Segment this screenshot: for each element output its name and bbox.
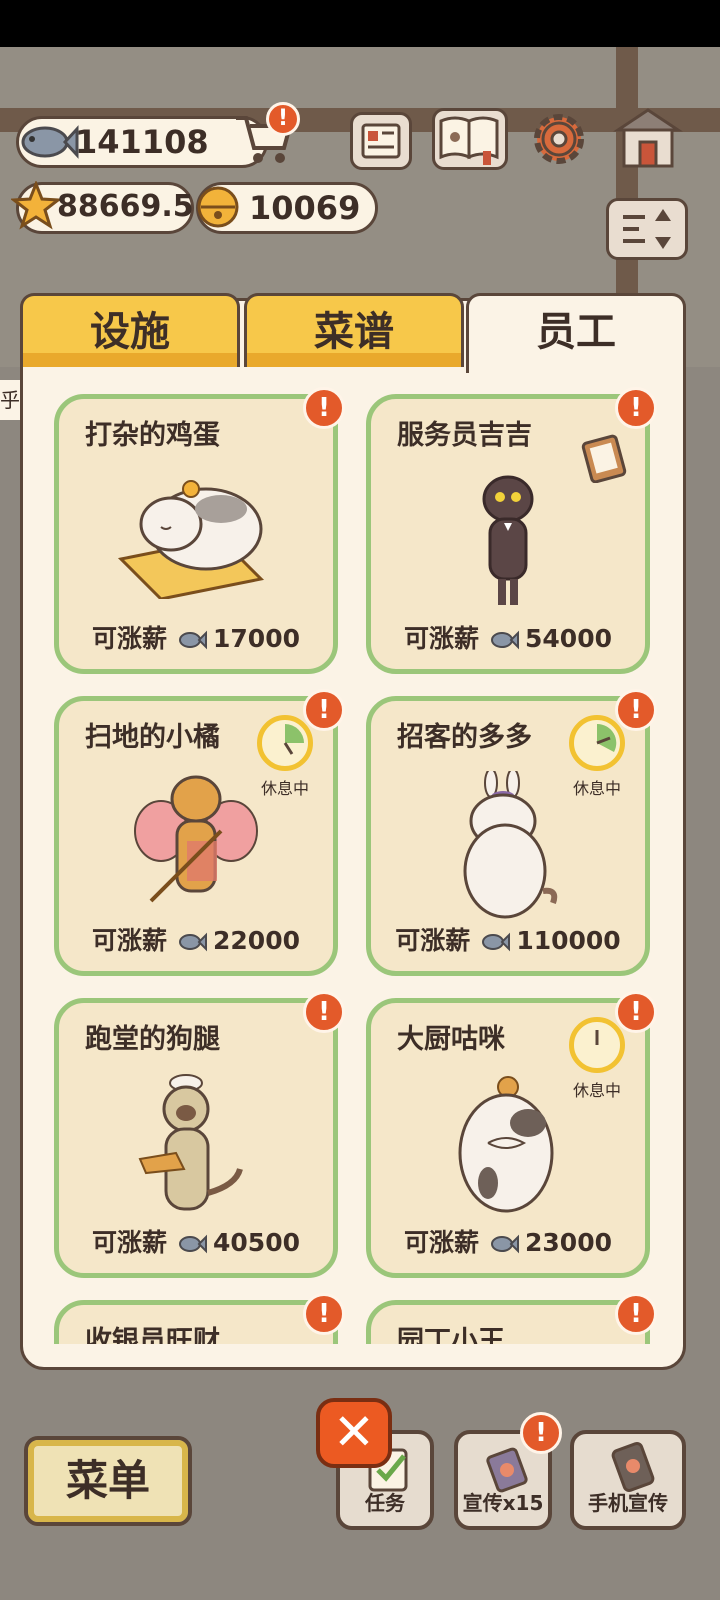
fish-icon bbox=[179, 1234, 208, 1254]
cart-alert-badge: ! bbox=[266, 102, 300, 136]
staff-card[interactable]: 园丁小王 ! bbox=[366, 1293, 657, 1344]
salary-row: 可涨薪 54000 bbox=[371, 619, 645, 655]
recipe-book-button[interactable] bbox=[432, 108, 508, 170]
fish-icon bbox=[21, 125, 79, 159]
timer-clock-icon bbox=[257, 715, 313, 771]
salary-value: 22000 bbox=[213, 926, 300, 955]
upgrade-alert-badge: ! bbox=[303, 991, 345, 1033]
status-bar bbox=[0, 0, 720, 47]
salary-value: 40500 bbox=[213, 1228, 300, 1257]
fish-icon bbox=[179, 630, 208, 650]
salary-row: 可涨薪 110000 bbox=[371, 921, 645, 957]
side-sign: 乎 bbox=[0, 380, 20, 420]
promotion-label: 宣传x15 bbox=[462, 1491, 544, 1515]
shop-cart-button[interactable]: ! bbox=[232, 102, 300, 168]
timer-clock-icon bbox=[569, 715, 625, 771]
staff-card[interactable]: 扫地的小橘 ! 休息中 可涨薪 22000 bbox=[54, 689, 345, 976]
newspaper-icon bbox=[361, 123, 401, 159]
fish-counter: 141108 bbox=[16, 116, 268, 168]
sort-icon bbox=[623, 209, 671, 249]
close-panel-button[interactable]: ✕ bbox=[316, 1398, 392, 1468]
salary-row: 可涨薪 40500 bbox=[59, 1223, 333, 1259]
fish-icon bbox=[179, 932, 208, 952]
staff-name: 收银员旺财 bbox=[85, 1326, 220, 1344]
salary-label: 可涨薪 bbox=[92, 926, 168, 955]
newspaper-button[interactable] bbox=[350, 112, 412, 170]
menu-button[interactable]: 菜单 bbox=[24, 1436, 192, 1526]
chef-cat-illustration bbox=[458, 1076, 554, 1213]
salary-label: 可涨薪 bbox=[92, 1228, 168, 1257]
salary-row: 可涨薪 23000 bbox=[371, 1223, 645, 1259]
fish-icon bbox=[482, 932, 511, 952]
waiter-cat-illustration bbox=[482, 475, 534, 605]
upgrade-alert-badge: ! bbox=[303, 387, 345, 429]
staff-grid: 打杂的鸡蛋 ! 可涨薪 17000 服务员吉吉 ! 可涨薪 54000 扫地的小橘 … bbox=[36, 376, 670, 1344]
star-count: 88669.5 bbox=[57, 189, 194, 224]
phone-promotion-label: 手机宣传 bbox=[588, 1491, 668, 1515]
clipboard-icon bbox=[581, 434, 627, 483]
salary-value: 23000 bbox=[525, 1228, 612, 1257]
staff-card[interactable]: 大厨咕咪 ! 休息中 可涨薪 23000 bbox=[366, 991, 657, 1278]
tab-facilities[interactable]: 设施 bbox=[20, 293, 240, 367]
tab-staff[interactable]: 员工 bbox=[466, 293, 686, 373]
salary-row: 可涨薪 17000 bbox=[59, 619, 333, 655]
salary-value: 17000 bbox=[213, 624, 300, 653]
phone-promotion-button[interactable]: 手机宣传 bbox=[570, 1430, 686, 1530]
staff-name: 服务员吉吉 bbox=[397, 420, 532, 451]
star-icon bbox=[11, 181, 61, 230]
staff-name: 园丁小王 bbox=[397, 1326, 505, 1344]
recipe-book-icon bbox=[439, 116, 499, 165]
settings-gear-icon bbox=[534, 114, 584, 164]
staff-card[interactable]: 收银员旺财 ! bbox=[54, 1293, 345, 1344]
salary-value: 110000 bbox=[516, 926, 621, 955]
resting-label: 休息中 bbox=[572, 1081, 621, 1100]
bell-counter: 10069 bbox=[196, 182, 378, 234]
staff-card[interactable]: 打杂的鸡蛋 ! 可涨薪 17000 bbox=[54, 387, 345, 674]
timer-clock-icon bbox=[569, 1017, 625, 1073]
cat-on-mat-illustration bbox=[117, 480, 265, 599]
shop-icon bbox=[613, 108, 683, 168]
tasks-label: 任务 bbox=[365, 1491, 405, 1515]
upgrade-alert-badge: ! bbox=[303, 1293, 345, 1335]
sweeper-cat-illustration bbox=[134, 775, 258, 903]
fish-icon bbox=[491, 630, 520, 650]
bell-icon bbox=[197, 186, 239, 228]
staff-name: 扫地的小橘 bbox=[85, 722, 220, 753]
tab-recipes[interactable]: 菜谱 bbox=[244, 293, 464, 367]
staff-card[interactable]: 服务员吉吉 ! 可涨薪 54000 bbox=[366, 387, 657, 674]
staff-name: 招客的多多 bbox=[397, 722, 532, 753]
staff-card[interactable]: 跑堂的狗腿 ! 可涨薪 40500 bbox=[54, 991, 345, 1278]
salary-label: 可涨薪 bbox=[404, 1228, 480, 1257]
staff-name: 打杂的鸡蛋 bbox=[85, 420, 220, 451]
staff-name: 大厨咕咪 bbox=[397, 1024, 505, 1055]
resting-indicator: 休息中 bbox=[557, 715, 637, 799]
sort-button[interactable] bbox=[606, 198, 688, 260]
settings-button[interactable] bbox=[528, 108, 590, 170]
fish-count: 141108 bbox=[75, 123, 209, 161]
upgrade-alert-badge: ! bbox=[615, 387, 657, 429]
salary-label: 可涨薪 bbox=[404, 624, 480, 653]
staff-card[interactable]: 招客的多多 ! 休息中 可涨薪 110000 bbox=[366, 689, 657, 976]
fish-icon bbox=[491, 1234, 520, 1254]
salary-value: 54000 bbox=[525, 624, 612, 653]
salary-row: 可涨薪 22000 bbox=[59, 921, 333, 957]
star-counter: 88669.5 bbox=[11, 181, 194, 234]
bell-count: 10069 bbox=[249, 189, 361, 227]
shop-button[interactable] bbox=[610, 104, 686, 172]
staff-name: 跑堂的狗腿 bbox=[85, 1024, 220, 1055]
salary-label: 可涨薪 bbox=[92, 624, 168, 653]
resting-indicator: 休息中 bbox=[557, 1017, 637, 1101]
salary-label: 可涨薪 bbox=[395, 926, 471, 955]
phone-icon bbox=[611, 1442, 655, 1492]
promotion-button[interactable]: 宣传x15 ! bbox=[454, 1412, 562, 1530]
promotion-alert-badge: ! bbox=[520, 1412, 562, 1454]
resting-label: 休息中 bbox=[572, 779, 621, 798]
server-cat-with-tray-illustration bbox=[138, 1074, 243, 1211]
fluffy-greeter-cat-illustration bbox=[463, 771, 558, 919]
upgrade-alert-badge: ! bbox=[615, 1293, 657, 1335]
